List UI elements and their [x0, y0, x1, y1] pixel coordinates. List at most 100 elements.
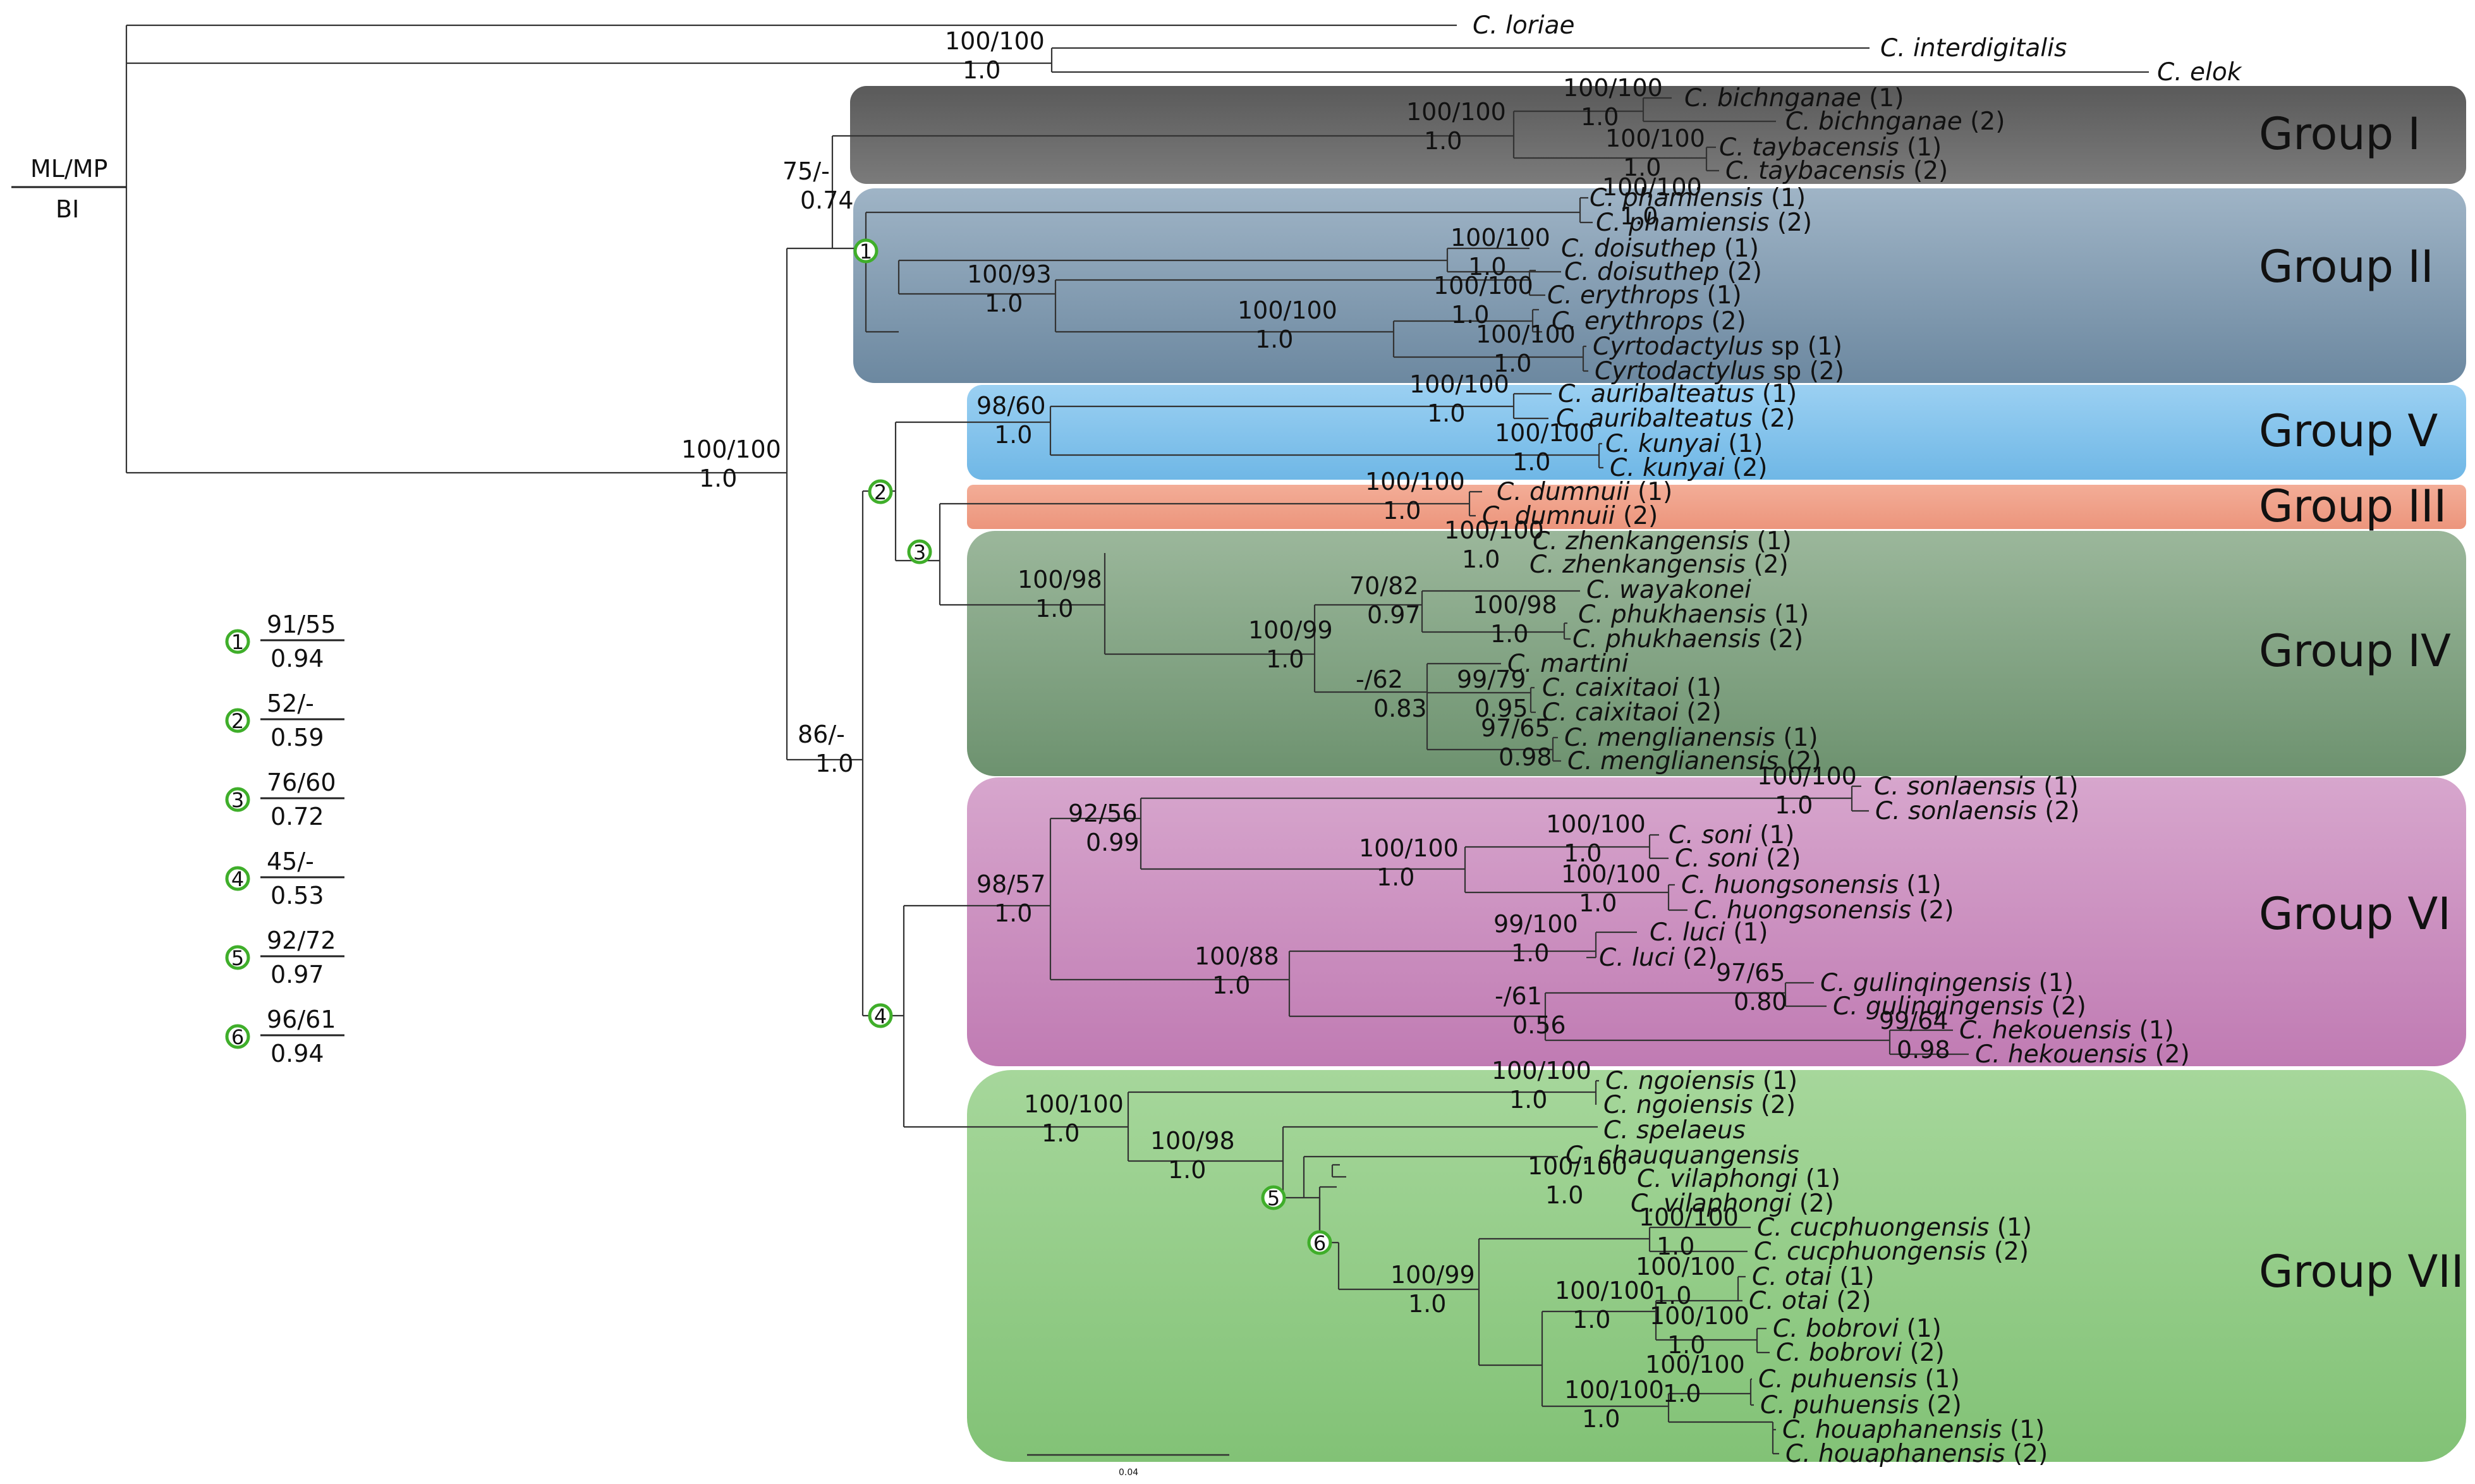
taxon-epithet: hekouensis [2000, 1040, 2147, 1069]
legend-ml-mp: 76/60 [267, 769, 336, 796]
support-bi: 1.0 [1383, 497, 1421, 525]
node-marker-number: 2 [231, 709, 244, 733]
taxon-specimen: (2) [2037, 797, 2080, 825]
taxon-specimen: (2) [1758, 844, 1801, 873]
taxon-label: C. menglianensis (2) [1567, 747, 1821, 775]
taxon-genus: C. [1675, 844, 1700, 873]
taxon-specimen: (2) [1675, 944, 1718, 972]
support-ml-mp: 100/100 [1409, 370, 1509, 398]
support-ml-mp: 100/100 [1555, 1277, 1655, 1305]
support-bi: 1.0 [1490, 620, 1528, 648]
support-ml-mp: 100/100 [1359, 834, 1459, 862]
support-ml-mp: 98/57 [976, 870, 1046, 898]
support-ml-mp: 100/100 [1605, 125, 1705, 152]
support-bi: 1.0 [1408, 1290, 1446, 1318]
group-label: Group I [2259, 108, 2421, 160]
taxon-genus: C. [1754, 1238, 1779, 1266]
support-ml-mp: 100/93 [967, 260, 1052, 288]
taxon-genus: C. [1556, 404, 1581, 433]
taxon-specimen: (2) [1753, 404, 1796, 433]
taxon-genus: C. [1760, 1391, 1785, 1420]
taxon-epithet: puhuensis [1784, 1365, 1918, 1394]
taxon-label: C. auribalteatus (2) [1556, 404, 1795, 433]
support-ml-mp: 99/100 [1493, 910, 1578, 938]
taxon-label: C. elok [2157, 58, 2242, 87]
taxon-specimen: (2) [1828, 1287, 1871, 1315]
support-ml-mp: 100/100 [1024, 1090, 1124, 1118]
support-ml-mp: 100/99 [1248, 616, 1333, 644]
taxon-specimen: (2) [1986, 1238, 2029, 1266]
support-bi: 1.0 [699, 465, 737, 492]
taxon-epithet: phamiensis [1621, 209, 1770, 237]
taxon-epithet: spelaeus [1629, 1116, 1746, 1145]
support-ml-mp: 100/98 [1473, 591, 1557, 619]
support-ml-mp: 100/100 [1492, 1057, 1591, 1085]
taxon-label: C. taybacensis (2) [1725, 157, 1948, 185]
taxon-epithet: caixitaoi [1567, 698, 1679, 727]
taxon-specimen: (2) [1753, 1091, 1796, 1119]
taxon-epithet: ngoiensis [1629, 1091, 1753, 1119]
taxon-label: C. huongsonensis (1) [1681, 871, 1942, 899]
support-bi: 1.0 [1266, 645, 1304, 673]
support-ml-mp: 100/88 [1195, 942, 1279, 970]
taxon-epithet: bobrovi [1801, 1339, 1902, 1367]
taxon-specimen: (2) [1902, 1339, 1945, 1367]
taxon-label: C. cucphuongensis (2) [1754, 1238, 2029, 1266]
group-label: Group VI [2259, 888, 2451, 940]
support-bi: 0.98 [1499, 743, 1552, 771]
support-bi: 1.0 [985, 289, 1023, 317]
support-ml-mp: 100/100 [1650, 1302, 1749, 1330]
taxon-genus: C. [1482, 502, 1507, 530]
taxon-label: C. erythrops (1) [1547, 281, 1742, 310]
taxon-label: C. luci (1) [1650, 918, 1768, 947]
support-bi: 0.99 [1086, 829, 1140, 856]
taxon-epithet: soni [1700, 844, 1758, 873]
taxon-epithet: cucphuongensis [1779, 1238, 1986, 1266]
taxon-label: C. dumnuii (2) [1482, 502, 1658, 530]
taxon-specimen: (2) [1679, 698, 1722, 727]
taxon-genus: C. [1566, 1141, 1591, 1170]
support-ml-mp: 100/98 [1150, 1127, 1235, 1155]
support-ml-mp: 75/- [782, 157, 830, 185]
support-bi: 1.0 [1512, 448, 1550, 476]
support-bi: 1.0 [1572, 1306, 1610, 1334]
legend-ml-mp: 92/72 [267, 927, 336, 954]
taxon-specimen: (2) [1746, 550, 1789, 579]
taxon-specimen: (1) [1699, 281, 1742, 310]
node-legend: 191/550.94252/-0.59376/600.72445/-0.5359… [225, 611, 344, 1067]
support-bi: 1.0 [815, 750, 853, 777]
taxon-specimen: (2) [1911, 896, 1954, 925]
taxon-specimen: (2) [1769, 209, 1812, 237]
taxon-epithet: zhenkangensis [1555, 550, 1746, 579]
taxon-epithet: taybacensis [1751, 157, 1906, 185]
support-ml-mp: 100/100 [1433, 272, 1533, 300]
taxon-genus: C. [1758, 1365, 1784, 1394]
taxon-label: C. otai (2) [1749, 1287, 1871, 1315]
taxon-label: C. hekouensis (2) [1975, 1040, 2190, 1069]
support-bi: 1.0 [1424, 127, 1462, 155]
taxon-epithet: sonlaensis [1900, 797, 2037, 825]
taxon-genus: C. [1650, 918, 1675, 947]
support-ml-mp: -/62 [1356, 666, 1403, 693]
taxon-genus: C. [1749, 1287, 1774, 1315]
support-ml-mp: 100/98 [1018, 566, 1102, 593]
taxon-genus: C. [1552, 307, 1577, 336]
support-ml-mp: 100/100 [1645, 1351, 1745, 1378]
taxon-genus: C. [1684, 84, 1710, 113]
taxon-genus: C. [2157, 58, 2182, 87]
taxon-epithet: elok [2182, 58, 2242, 87]
support-bi: 1.0 [1775, 791, 1813, 819]
taxon-label: C. phamiensis (2) [1596, 209, 1812, 237]
support-bi: 1.0 [994, 421, 1032, 449]
support-ml-mp: 98/60 [976, 392, 1046, 420]
taxon-genus: C. [1681, 871, 1706, 899]
taxon-genus: C. [1975, 1040, 2000, 1069]
node-marker-number: 2 [874, 480, 887, 504]
taxon-genus: C. [1529, 550, 1555, 579]
support-ml-mp: 86/- [798, 721, 845, 748]
taxon-epithet: otai [1774, 1287, 1828, 1315]
root-key-bottom: BI [56, 195, 79, 223]
taxon-epithet: bichnganae [1811, 107, 1962, 136]
taxon-specimen: (2) [1761, 625, 1804, 654]
node-marker-number: 6 [1313, 1231, 1326, 1255]
